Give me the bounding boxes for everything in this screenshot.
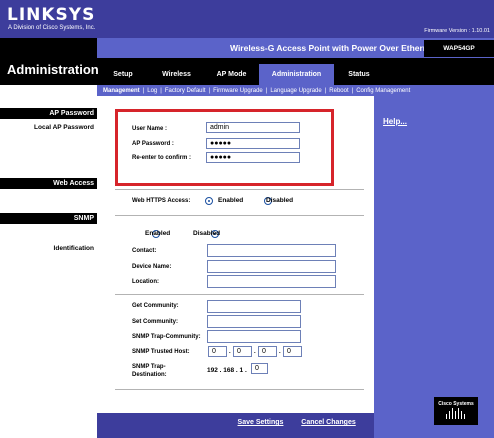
- trap-community-label: SNMP Trap-Community:: [132, 334, 201, 340]
- subtab-management[interactable]: Management: [103, 88, 140, 94]
- separator: |: [265, 87, 268, 94]
- location-label: Location:: [132, 279, 159, 285]
- contact-input[interactable]: [207, 244, 336, 257]
- subtab-log[interactable]: Log: [147, 88, 157, 94]
- divider: [115, 189, 364, 190]
- sub-tabs: Management | Log | Factory Default | Firmwa…: [97, 85, 494, 96]
- subtab-firmware-upgrade[interactable]: Firmware Upgrade: [213, 88, 263, 94]
- divider: [115, 215, 364, 216]
- trap-community-input[interactable]: [207, 330, 301, 343]
- ap-password-input[interactable]: ●●●●●: [206, 138, 300, 149]
- model-number: WAP54GP: [424, 40, 494, 57]
- help-panel: [374, 96, 494, 438]
- reenter-password-label: Re-enter to confirm :: [132, 155, 192, 161]
- local-ap-password-label: Local AP Password: [34, 124, 94, 131]
- snmp-enabled-label: Enabled: [145, 230, 171, 237]
- divider: [115, 389, 364, 390]
- reenter-password-input[interactable]: ●●●●●: [206, 152, 300, 163]
- set-community-label: Set Community:: [132, 319, 179, 325]
- trusted-host-octet-1[interactable]: 0: [208, 346, 227, 357]
- tab-status[interactable]: Status: [334, 64, 384, 85]
- tab-administration[interactable]: Administration: [259, 64, 334, 85]
- trap-destination-octet-4[interactable]: 0: [251, 363, 268, 374]
- page-title: Administration: [7, 62, 99, 77]
- ap-password-label: AP Password :: [132, 141, 174, 147]
- separator: |: [351, 87, 354, 94]
- tab-setup[interactable]: Setup: [97, 64, 149, 85]
- brand-subtitle: A Division of Cisco Systems, Inc.: [8, 25, 96, 31]
- device-name-label: Device Name:: [132, 264, 172, 270]
- snmp-disabled-label: Disabled: [193, 230, 221, 237]
- trusted-host-octet-3[interactable]: 0: [258, 346, 277, 357]
- linksys-logo: LINKSYS: [7, 5, 96, 25]
- web-access-header: Web Access: [0, 178, 97, 189]
- firmware-version: Firmware Version : 1.10.01: [424, 28, 490, 34]
- product-name: Wireless-G Access Point with Power Over …: [230, 43, 436, 53]
- username-input[interactable]: admin: [206, 122, 300, 133]
- location-input[interactable]: [207, 275, 336, 288]
- cancel-changes-button[interactable]: Cancel Changes: [296, 416, 361, 429]
- get-community-label: Get Community:: [132, 303, 179, 309]
- tab-ap-mode[interactable]: AP Mode: [204, 64, 259, 85]
- main-tabs: Setup Wireless AP Mode Administration St…: [97, 64, 494, 85]
- help-link[interactable]: Help...: [383, 117, 407, 126]
- separator: |: [160, 87, 162, 94]
- set-community-input[interactable]: [207, 315, 301, 328]
- separator: |: [324, 87, 327, 94]
- octet-dot: .: [229, 349, 231, 355]
- snmp-header: SNMP: [0, 213, 97, 224]
- subtab-reboot[interactable]: Reboot: [329, 88, 348, 94]
- save-settings-button[interactable]: Save Settings: [231, 416, 290, 429]
- get-community-input[interactable]: [207, 300, 301, 313]
- octet-dot: .: [279, 349, 281, 355]
- tab-wireless[interactable]: Wireless: [149, 64, 204, 85]
- separator: |: [208, 87, 211, 94]
- web-https-disabled-label: Disabled: [266, 197, 294, 204]
- web-https-label: Web HTTPS Access:: [132, 198, 191, 204]
- web-https-enabled-label: Enabled: [218, 197, 244, 204]
- separator: |: [142, 87, 145, 94]
- divider: [115, 294, 364, 295]
- subtab-language-upgrade[interactable]: Language Upgrade: [270, 88, 321, 94]
- trusted-host-octet-2[interactable]: 0: [233, 346, 252, 357]
- cisco-logo-text: Cisco Systems: [438, 401, 474, 407]
- trusted-host-label: SNMP Trusted Host:: [132, 349, 190, 355]
- contact-label: Contact:: [132, 248, 157, 254]
- device-name-input[interactable]: [207, 260, 336, 273]
- subtab-config-management[interactable]: Config Management: [356, 88, 410, 94]
- identification-label: Identification: [53, 245, 94, 252]
- trusted-host-octet-4[interactable]: 0: [283, 346, 302, 357]
- web-https-enabled-radio[interactable]: [205, 197, 213, 205]
- trap-destination-label: SNMP Trap-Destination:: [132, 364, 167, 378]
- trap-destination-prefix: 192 . 168 . 1 .: [207, 367, 247, 374]
- octet-dot: .: [254, 349, 256, 355]
- ap-password-header: AP Password: [0, 108, 97, 119]
- subtab-factory-default[interactable]: Factory Default: [165, 88, 206, 94]
- username-label: User Name :: [132, 126, 168, 132]
